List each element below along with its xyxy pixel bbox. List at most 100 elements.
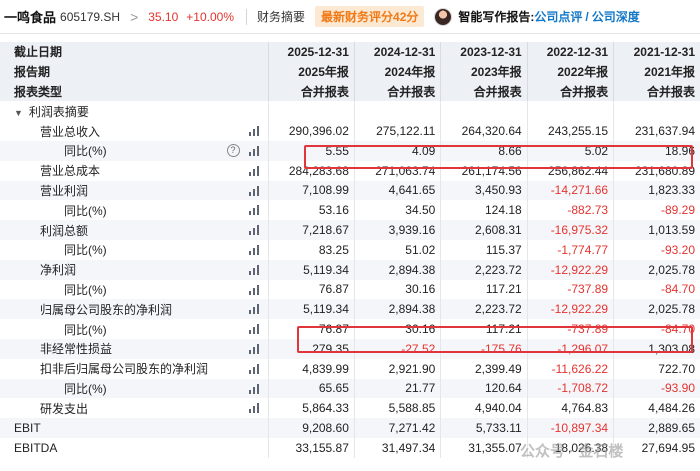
bar-chart-icon-bar (252, 148, 255, 156)
data-cell: -1,774.77 (526, 239, 614, 260)
link-separator: / (585, 9, 589, 24)
bar-chart-icon[interactable] (248, 304, 260, 315)
header-cell: 合并报表 (353, 81, 441, 102)
bar-chart-icon-bar (256, 403, 259, 414)
header-row-label: 截止日期 (0, 42, 269, 62)
header-cell: 2022年报 (526, 61, 614, 82)
stock-name[interactable]: 一鸣食品 (4, 7, 56, 26)
row-label-cell: 归属母公司股东的净利润 (0, 299, 269, 320)
data-cell: 1,013.59 (613, 220, 700, 240)
data-cell: 2,894.38 (353, 299, 441, 320)
data-cell: 21.77 (353, 378, 441, 399)
data-cell: 31,497.34 (353, 437, 441, 458)
section-row[interactable]: ▼ 利润表摘要 (0, 101, 700, 122)
table-row: 同比(%) 83.25 51.02 115.37 -1,774.77 -93.20 (0, 239, 700, 260)
data-cell: 83.25 (267, 239, 355, 260)
table-row: 同比(%) 76.87 30.16 117.21 -737.89 -84.70 (0, 279, 700, 300)
header-cell: 2021年报 (613, 61, 700, 82)
row-label: 营业总收入 (40, 124, 101, 139)
data-cell: 18,026.38 (526, 437, 614, 458)
bar-chart-icon-bar (256, 145, 259, 156)
bar-chart-icon[interactable] (248, 185, 260, 196)
bar-chart-icon-bar (252, 129, 255, 137)
bar-chart-icon[interactable] (248, 244, 260, 255)
data-cell: -84.70 (613, 279, 700, 300)
financial-score-badge[interactable]: 最新财务评分42分 (315, 6, 425, 27)
bar-chart-icon-bar (248, 171, 251, 176)
header-row-label: 报告期 (0, 61, 269, 82)
data-cell: 2,889.65 (613, 418, 700, 438)
company-review-link[interactable]: 公司点评 (534, 8, 582, 25)
bar-chart-icon[interactable] (248, 264, 260, 275)
header-cell: 合并报表 (526, 81, 614, 102)
bar-chart-icon-bar (252, 346, 255, 354)
bar-chart-icon[interactable] (248, 225, 260, 236)
row-label-cell: 同比(%) (0, 200, 268, 220)
bar-chart-icon[interactable] (248, 383, 260, 394)
bar-chart-icon[interactable] (248, 205, 260, 216)
bar-chart-icon[interactable] (248, 284, 260, 295)
data-cell: -1,708.72 (526, 378, 614, 399)
bar-chart-icon-bar (252, 327, 255, 335)
header-row-label: 报表类型 (0, 81, 269, 102)
bar-chart-icon-bar (248, 132, 251, 137)
section-header[interactable]: ▼ 利润表摘要 (0, 101, 269, 122)
bar-chart-icon-bar (256, 264, 259, 275)
data-cell: -89.29 (613, 200, 700, 221)
data-cell: 5.02 (526, 140, 614, 161)
row-label: 同比(%) (64, 144, 107, 159)
help-icon[interactable]: ? (226, 143, 240, 157)
financial-summary-table-container[interactable]: 截止日期 2025-12-31 2024-12-31 2023-12-31 2022-1… (0, 42, 700, 471)
data-cell: 33,155.87 (267, 437, 355, 458)
data-cell: -12,922.29 (526, 299, 614, 320)
data-cell: 76.87 (267, 279, 355, 300)
data-cell: 8.66 (440, 140, 528, 161)
bar-chart-icon-bar (248, 270, 251, 275)
data-cell: 1,823.33 (613, 180, 700, 201)
caret-down-icon[interactable]: ▼ (14, 108, 23, 118)
data-cell: 27,694.95 (613, 437, 700, 458)
row-label: 非经常性损益 (40, 342, 113, 357)
chevron-right-icon[interactable]: > (130, 9, 138, 25)
bar-chart-icon[interactable] (248, 324, 260, 335)
row-label: 营业总成本 (40, 164, 101, 179)
bar-chart-icon-bar (256, 383, 259, 394)
data-cell: 5,588.85 (353, 398, 441, 419)
data-cell: 2,025.78 (613, 299, 700, 320)
data-cell: 4,839.99 (267, 358, 355, 379)
bar-chart-icon[interactable] (248, 343, 260, 354)
bar-chart-icon-bar (252, 366, 255, 374)
row-label-cell: 营业总成本 (0, 161, 268, 181)
data-cell: 7,108.99 (267, 180, 355, 201)
data-cell: -16,975.32 (526, 220, 614, 240)
data-cell: 9,208.60 (267, 418, 355, 438)
tab-financial-summary[interactable]: 财务摘要 (257, 8, 305, 25)
header-cell: 2022-12-31 (526, 42, 614, 62)
row-label: 同比(%) (64, 282, 107, 297)
company-depth-link[interactable]: 公司深度 (592, 8, 640, 25)
bar-chart-icon-bar (256, 324, 259, 335)
table-row: EBITDA 33,155.87 31,497.34 31,355.07 18,026.… (0, 437, 700, 458)
row-label-cell: 扣非后归属母公司股东的净利润 (0, 359, 268, 379)
header-cell: 2023-12-31 (440, 42, 528, 62)
bar-chart-icon-bar (252, 208, 255, 216)
bar-chart-icon-bar (248, 349, 251, 354)
bar-chart-icon[interactable] (248, 403, 260, 414)
data-cell: 2,894.38 (353, 259, 441, 280)
data-cell: -12,922.29 (526, 259, 614, 280)
bar-chart-icon[interactable] (248, 126, 260, 137)
data-cell: 2,399.49 (440, 358, 528, 379)
data-cell: 722.70 (613, 358, 700, 379)
table-row: EBIT 9,208.60 7,271.42 5,733.11 -10,897.34 2,… (0, 418, 700, 438)
data-cell: 4,484.26 (613, 398, 700, 419)
bar-chart-icon-bar (256, 244, 259, 255)
data-cell: 18.96 (613, 140, 700, 161)
row-label-cell: 同比(%) (0, 378, 269, 399)
bar-chart-icon-bar (256, 185, 259, 196)
bar-chart-icon-bar (256, 284, 259, 295)
row-label: 同比(%) (64, 322, 107, 337)
header-row: 报表类型 合并报表 合并报表 合并报表 合并报表 合并报表 (0, 81, 700, 102)
bar-chart-icon[interactable] (248, 165, 260, 176)
bar-chart-icon[interactable] (248, 145, 260, 156)
bar-chart-icon[interactable] (248, 363, 260, 374)
